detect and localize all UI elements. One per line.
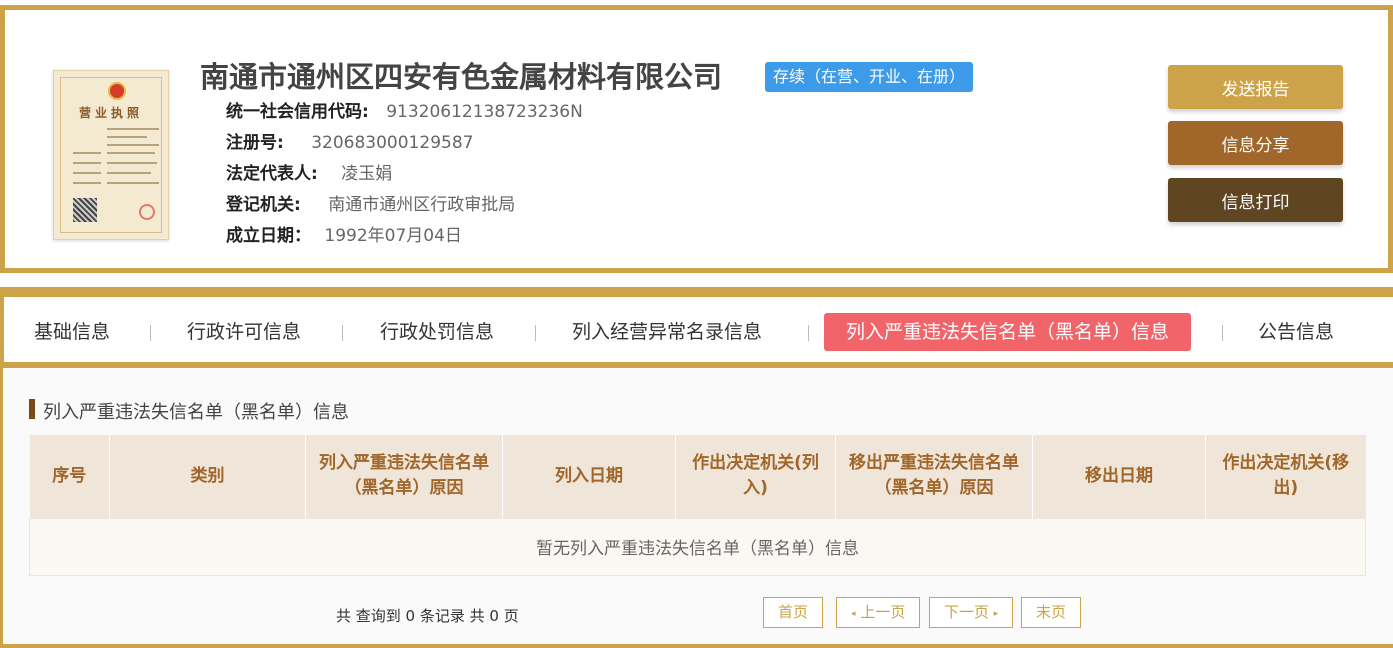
- legal-representative-value: 凌玉娟: [341, 164, 393, 184]
- caret-right-icon: ▸: [993, 609, 999, 619]
- column-header-index: 序号: [29, 435, 110, 518]
- column-header-category: 类别: [109, 435, 306, 518]
- last-page-button[interactable]: 末页: [1021, 597, 1082, 628]
- license-text-line: [107, 172, 151, 174]
- tab-divider: [535, 325, 536, 341]
- column-header-removal-date: 移出日期: [1032, 435, 1206, 518]
- establishment-date-row: 成立日期： 1992年07月04日: [226, 221, 462, 246]
- license-text-line: [73, 162, 101, 164]
- license-text-line: [73, 182, 101, 184]
- tab-divider: [1222, 325, 1223, 341]
- tab-announcements[interactable]: 公告信息: [1258, 313, 1334, 351]
- tab-administrative-license[interactable]: 行政许可信息: [187, 313, 301, 351]
- registration-number-row: 注册号: 320683000129587: [226, 128, 473, 153]
- tab-administrative-penalty[interactable]: 行政处罚信息: [380, 313, 494, 351]
- table-header-row: 序号 类别 列入严重违法失信名单（黑名单）原因 列入日期 作出决定机关(列入) …: [29, 435, 1366, 518]
- record-summary: 共 查询到 0 条记录 共 0 页: [336, 607, 519, 625]
- next-page-button[interactable]: 下一页 ▸: [929, 597, 1014, 628]
- info-tabs-bar: 基础信息 行政许可信息 行政处罚信息 列入经营异常名录信息 列入严重违法失信名单…: [0, 287, 1393, 368]
- caret-left-icon: ◂: [851, 609, 856, 619]
- national-emblem-icon: [108, 82, 126, 100]
- official-seal-icon: [139, 204, 155, 220]
- column-header-removal-authority: 作出决定机关(移出): [1205, 435, 1366, 518]
- column-header-listing-date: 列入日期: [502, 435, 676, 518]
- license-frame: 营业执照: [60, 77, 162, 233]
- registration-number-value: 320683000129587: [311, 133, 474, 153]
- establishment-date-value: 1992年07月04日: [324, 226, 462, 246]
- establishment-date-label: 成立日期：: [226, 226, 311, 246]
- license-text-line: [107, 144, 159, 146]
- registration-authority-row: 登记机关: 南通市通州区行政审批局: [226, 190, 515, 215]
- tab-divider: [342, 325, 343, 341]
- license-text-line: [107, 152, 155, 154]
- credit-code-label: 统一社会信用代码:: [226, 102, 369, 122]
- share-info-button[interactable]: 信息分享: [1168, 121, 1343, 165]
- tab-divider: [150, 325, 151, 341]
- registration-authority-value: 南通市通州区行政审批局: [328, 195, 516, 215]
- license-text-line: [107, 128, 159, 130]
- business-license-image[interactable]: 营业执照: [53, 70, 169, 240]
- legal-representative-row: 法定代表人: 凌玉娟: [226, 159, 392, 184]
- section-title: 列入严重违法失信名单（黑名单）信息: [29, 398, 349, 424]
- license-text-line: [73, 172, 101, 174]
- license-text-line: [107, 162, 157, 164]
- column-header-removal-reason: 移出严重违法失信名单（黑名单）原因: [835, 435, 1033, 518]
- credit-code-row: 统一社会信用代码: 91320612138723236N: [226, 97, 583, 122]
- table-row: 暂无列入严重违法失信名单（黑名单）信息: [29, 517, 1366, 576]
- tab-blacklist[interactable]: 列入严重违法失信名单（黑名单）信息: [824, 313, 1192, 351]
- tab-basic-info[interactable]: 基础信息: [34, 313, 110, 351]
- license-text-line: [107, 136, 147, 138]
- qr-code-icon: [73, 198, 97, 222]
- license-title: 营业执照: [78, 106, 143, 120]
- previous-page-label: 上一页: [860, 603, 906, 621]
- print-info-button[interactable]: 信息打印: [1168, 178, 1343, 222]
- company-name: 南通市通州区四安有色金属材料有限公司: [200, 60, 723, 94]
- registration-number-label: 注册号:: [226, 133, 284, 153]
- license-text-line: [73, 152, 101, 154]
- blacklist-table: 序号 类别 列入严重违法失信名单（黑名单）原因 列入日期 作出决定机关(列入) …: [29, 435, 1366, 576]
- blacklist-section: 列入严重违法失信名单（黑名单）信息 序号 类别 列入严重违法失信名单（黑名单）原…: [0, 368, 1393, 648]
- tab-abnormal-operation-list[interactable]: 列入经营异常名录信息: [572, 313, 762, 351]
- registration-authority-label: 登记机关:: [226, 195, 301, 215]
- legal-representative-label: 法定代表人:: [226, 164, 318, 184]
- tab-divider: [808, 325, 809, 341]
- status-badge: 存续（在营、开业、在册）: [765, 62, 974, 92]
- previous-page-button[interactable]: ◂ 上一页: [836, 597, 921, 628]
- empty-table-message: 暂无列入严重违法失信名单（黑名单）信息: [29, 517, 1366, 576]
- column-header-listing-authority: 作出决定机关(列入): [675, 435, 836, 518]
- column-header-listing-reason: 列入严重违法失信名单（黑名单）原因: [305, 435, 503, 518]
- next-page-label: 下一页: [944, 603, 990, 621]
- first-page-button[interactable]: 首页: [763, 597, 824, 628]
- credit-code-value: 91320612138723236N: [386, 102, 583, 122]
- license-text-line: [107, 182, 159, 184]
- company-header-card: 营业执照 南通市通州区四安有色金属材料有限公司 存续（在营、开业、在册） 统一社…: [0, 5, 1393, 273]
- send-report-button[interactable]: 发送报告: [1168, 65, 1343, 109]
